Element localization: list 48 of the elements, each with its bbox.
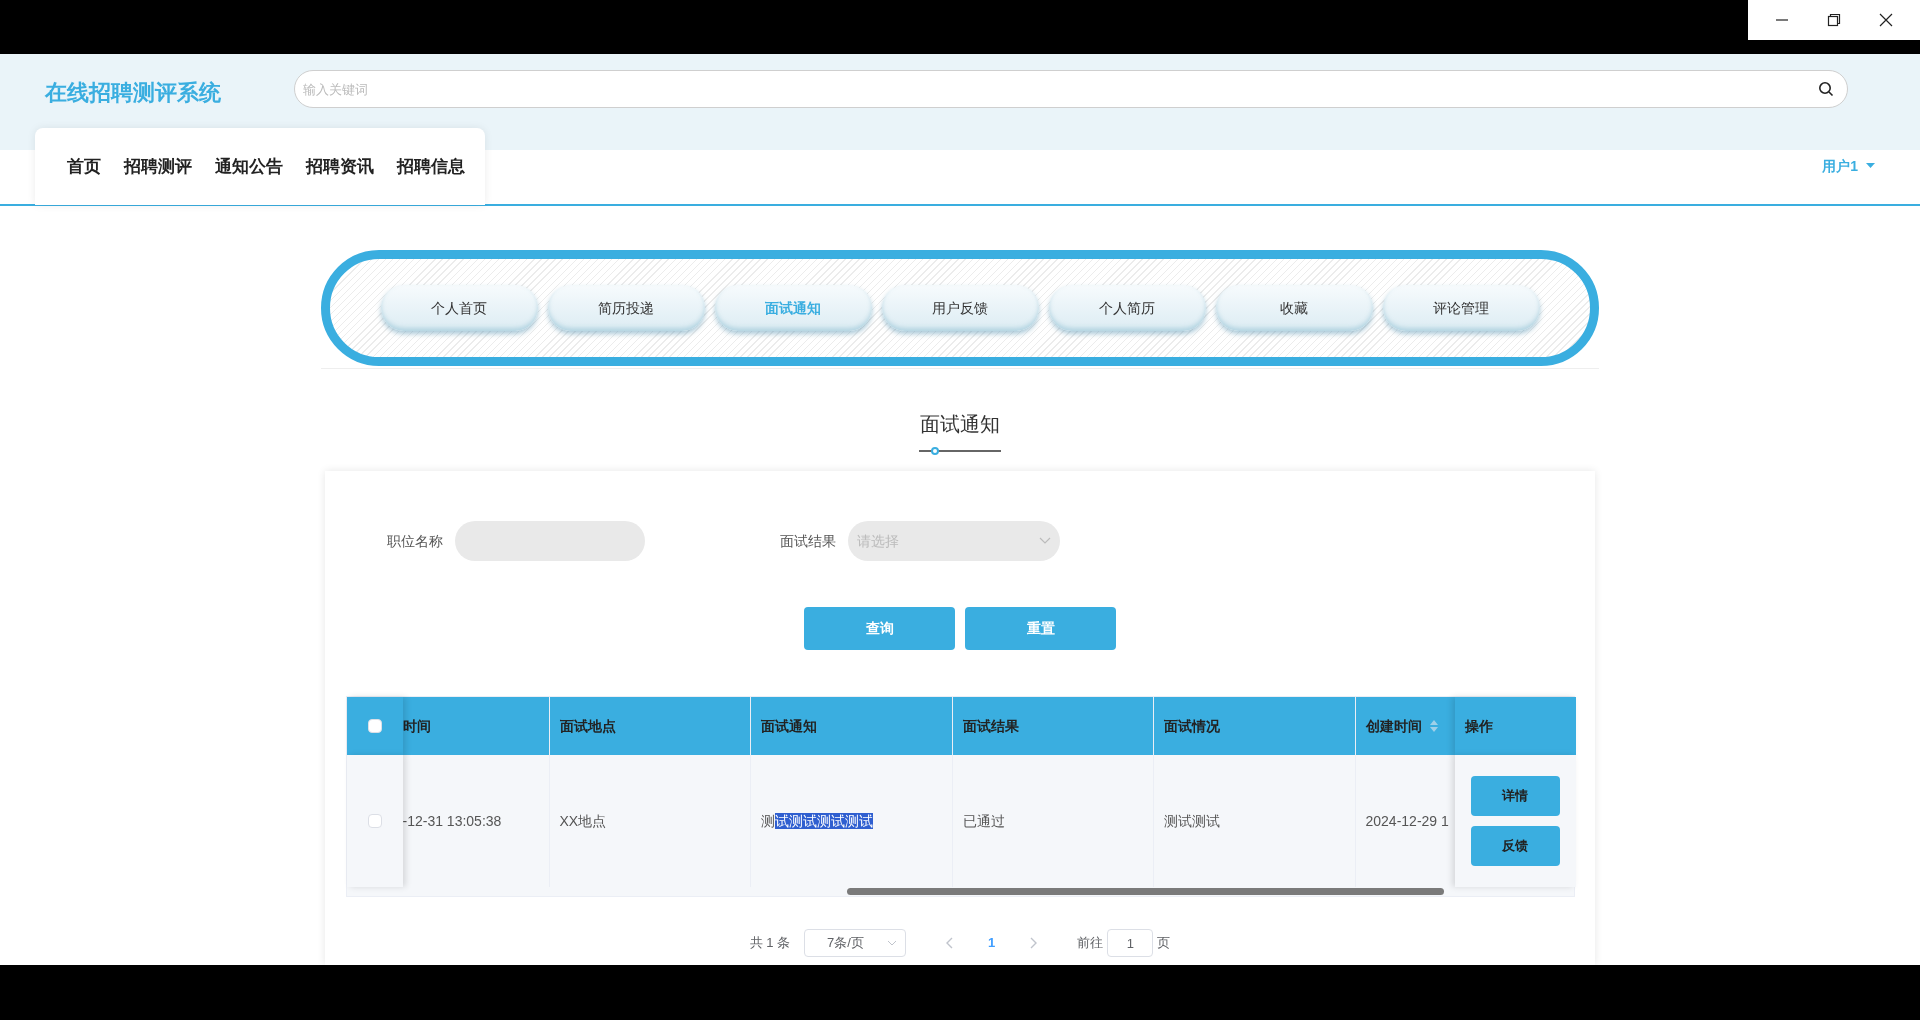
checkbox[interactable] xyxy=(367,814,382,828)
field-label: 职位名称 xyxy=(387,531,443,551)
table-cell-text: 2024-12-29 1 xyxy=(1365,811,1449,831)
table-cell-text: XX地点 xyxy=(559,811,607,831)
nav-link[interactable]: 通知公告 xyxy=(215,153,283,180)
chevron-down-icon xyxy=(1039,537,1051,545)
tab[interactable]: 用户反馈 xyxy=(881,285,1039,331)
nav-link[interactable]: 招聘资讯 xyxy=(306,153,374,180)
table-cell-text: -12-31 13:05:38 xyxy=(402,811,502,831)
tab[interactable]: 个人首页 xyxy=(380,285,538,331)
nav-link[interactable]: 招聘测评 xyxy=(124,153,192,180)
scrollbar-thumb[interactable] xyxy=(846,888,1444,895)
nav-link[interactable]: 招聘信息 xyxy=(397,153,465,180)
search-icon[interactable] xyxy=(1818,81,1834,97)
page-size-select[interactable]: 7条/页 xyxy=(804,929,907,957)
goto-label: 前往 xyxy=(1077,934,1104,953)
tab[interactable]: 简历投递 xyxy=(547,285,705,331)
tab[interactable]: 收藏 xyxy=(1215,285,1373,331)
table-cell-text: 已通过 xyxy=(962,811,1005,831)
search-field[interactable]: 输入关键词 xyxy=(294,70,1848,108)
table-cell-text: 测试测试 xyxy=(1163,811,1220,831)
close-icon[interactable] xyxy=(1879,13,1893,27)
tab[interactable]: 个人简历 xyxy=(1048,285,1206,331)
table-cell-text: 测试测试测试测试 xyxy=(760,811,873,831)
total-count: 共 1 条 xyxy=(749,934,791,953)
goto-suffix: 页 xyxy=(1157,934,1171,953)
checkbox[interactable] xyxy=(367,719,382,733)
column-header: 创建时间 xyxy=(1365,716,1422,736)
column-header: 面试通知 xyxy=(760,716,817,736)
restore-icon[interactable] xyxy=(1827,13,1841,27)
prev-page-icon[interactable] xyxy=(946,937,955,949)
column-header: 面试地点 xyxy=(559,716,616,736)
field-label: 面试结果 xyxy=(780,531,836,551)
sort-icon[interactable] xyxy=(1429,720,1438,732)
column-header: 面试结果 xyxy=(962,716,1019,736)
page-title: 面试通知 xyxy=(920,412,1000,437)
page-input[interactable]: 1 xyxy=(1107,929,1154,957)
row-button[interactable]: 详情 xyxy=(1470,776,1560,816)
chevron-down-icon xyxy=(887,940,898,946)
column-header: 操作 xyxy=(1464,716,1493,736)
column-header: 面试情况 xyxy=(1163,716,1220,736)
title-underline-icon xyxy=(919,447,1001,455)
column-header: 时间 xyxy=(402,716,431,736)
next-page-icon[interactable] xyxy=(1029,937,1038,949)
row-button[interactable]: 反馈 xyxy=(1470,826,1560,866)
caret-icon xyxy=(1866,163,1875,169)
nav-link[interactable]: 首页 xyxy=(67,153,101,180)
tab[interactable]: 评论管理 xyxy=(1382,285,1540,331)
